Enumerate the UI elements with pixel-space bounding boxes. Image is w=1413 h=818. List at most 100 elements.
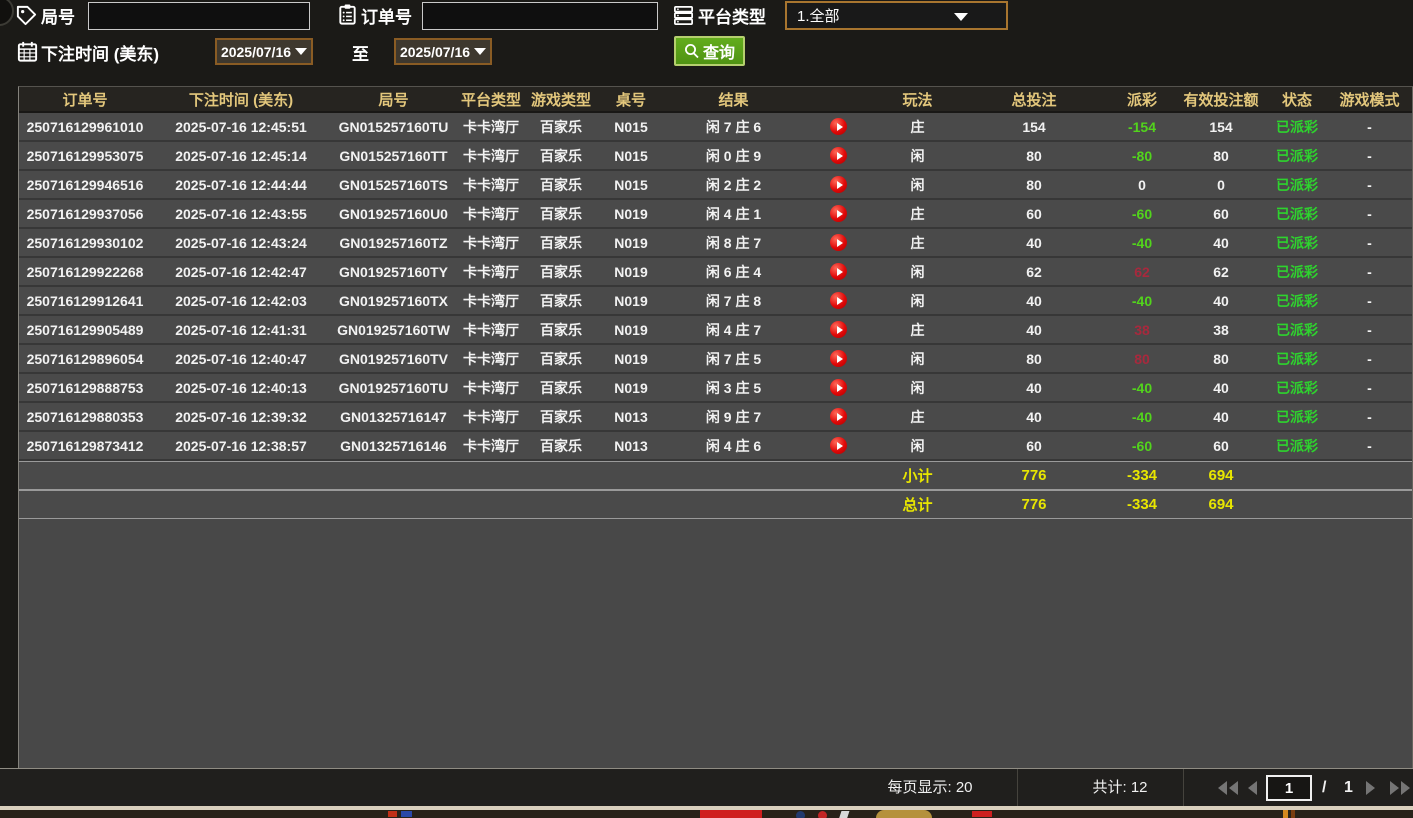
round_no-cell: GN019257160U0 <box>339 205 448 222</box>
play-icon[interactable] <box>830 234 847 251</box>
total_bet-cell: 154 <box>1022 118 1046 135</box>
bet-record-window: 局号 订单号 平台类型 1.全部 下注时间 (美东) 2025/07/16 至 … <box>0 0 1413 818</box>
query-button[interactable]: 查询 <box>674 36 746 66</box>
play_type-cell: 闲 <box>910 350 925 367</box>
header-valid_bet: 有效投注额 <box>1183 91 1259 109</box>
game_type-cell: 百家乐 <box>540 437 582 454</box>
play-icon[interactable] <box>830 176 847 193</box>
play-icon[interactable] <box>830 292 847 309</box>
play-icon[interactable] <box>830 205 847 222</box>
chevron-down-icon <box>295 48 308 55</box>
page-separator: / <box>1322 779 1327 796</box>
empty-cell <box>1327 462 1412 489</box>
last-page-button[interactable] <box>1390 781 1410 795</box>
result-cell: 闲 4 庄 7 <box>705 321 762 338</box>
table-row: 250716129912641 2025-07-16 12:42:03 GN0192… <box>19 287 1412 316</box>
table_no-cell: N019 <box>614 350 648 367</box>
payout-cell: -40 <box>1131 234 1153 251</box>
play-triangle <box>836 325 843 334</box>
table_no-cell: N019 <box>614 321 648 338</box>
search-icon <box>685 44 699 59</box>
play_type-cell: 庄 <box>910 321 925 338</box>
subtotal-label: 小计 <box>902 468 933 485</box>
table-row: 250716129888753 2025-07-16 12:40:13 GN0192… <box>19 374 1412 403</box>
table-header-row: 订单号 下注时间 (美东) 局号 平台类型 游戏类型 桌号 结果 玩法 总投注 派彩 有效投注额 状态… <box>19 87 1412 113</box>
next-page-button[interactable] <box>1366 781 1375 795</box>
status-cell: 已派彩 <box>1276 321 1318 338</box>
order-no-label: 订单号 <box>361 8 412 27</box>
result-cell: 闲 6 庄 4 <box>705 263 762 280</box>
empty-cell <box>19 462 151 489</box>
game_type-cell: 百家乐 <box>540 147 582 164</box>
payout-cell: -60 <box>1131 205 1153 222</box>
bet_time-cell: 2025-07-16 12:43:55 <box>175 205 307 222</box>
game_mode-cell: - <box>1367 292 1372 309</box>
payout-cell: 62 <box>1134 263 1150 280</box>
date-from-picker[interactable]: 2025/07/16 <box>215 38 313 65</box>
header-play_type: 玩法 <box>902 91 933 109</box>
header-order_no: 订单号 <box>62 91 108 109</box>
empty-cell <box>456 491 526 518</box>
platform-cell: 卡卡湾厅 <box>463 321 519 338</box>
play-icon[interactable] <box>830 321 847 338</box>
background-fragment <box>700 810 762 818</box>
status-cell: 已派彩 <box>1276 176 1318 193</box>
header-status: 状态 <box>1281 91 1312 109</box>
empty-cell <box>331 462 456 489</box>
first-page-button[interactable] <box>1218 781 1238 795</box>
platform-cell: 卡卡湾厅 <box>463 118 519 135</box>
play-icon[interactable] <box>830 350 847 367</box>
round_no-cell: GN019257160TV <box>339 350 448 367</box>
game_mode-cell: - <box>1367 321 1372 338</box>
platform-type-select[interactable]: 1.全部 <box>785 1 1008 30</box>
divider <box>1017 769 1018 806</box>
play-cell <box>801 287 876 314</box>
play-icon[interactable] <box>830 118 847 135</box>
play-icon[interactable] <box>830 147 847 164</box>
order-no-input[interactable] <box>422 2 658 30</box>
background-fragment <box>401 811 412 817</box>
bet_time-cell: 2025-07-16 12:41:31 <box>175 321 307 338</box>
double-arrow-right-icon <box>1390 781 1399 795</box>
game_type-cell: 百家乐 <box>540 234 582 251</box>
header-round_no: 局号 <box>378 91 409 109</box>
payout-cell: 0 <box>1138 176 1146 193</box>
play_type-cell: 闲 <box>910 292 925 309</box>
play-icon[interactable] <box>830 263 847 280</box>
status-cell: 已派彩 <box>1276 147 1318 164</box>
valid_bet-cell: 62 <box>1213 263 1229 280</box>
order_no-cell: 250716129873412 <box>26 437 144 454</box>
previous-page-button[interactable] <box>1248 781 1257 795</box>
platform-cell: 卡卡湾厅 <box>463 176 519 193</box>
round_no-cell: GN01325716147 <box>340 408 447 425</box>
round-no-input[interactable] <box>88 2 310 30</box>
game_mode-cell: - <box>1367 118 1372 135</box>
play-icon[interactable] <box>830 437 847 454</box>
platform-cell: 卡卡湾厅 <box>463 408 519 425</box>
result-cell: 闲 8 庄 7 <box>705 234 762 251</box>
bet-record-table: 订单号 下注时间 (美东) 局号 平台类型 游戏类型 桌号 结果 玩法 总投注 派彩 有效投注额 状态… <box>18 86 1413 768</box>
play-triangle <box>836 238 843 247</box>
empty-cell <box>456 462 526 489</box>
order_no-cell: 250716129961010 <box>26 118 144 135</box>
play-triangle <box>836 441 843 450</box>
date-to-picker[interactable]: 2025/07/16 <box>394 38 492 65</box>
total_bet-cell: 62 <box>1026 263 1042 280</box>
page-number-input[interactable] <box>1266 775 1312 801</box>
chevron-down-icon <box>954 13 968 21</box>
play-triangle <box>836 180 843 189</box>
table-row: 250716129937056 2025-07-16 12:43:55 GN0192… <box>19 200 1412 229</box>
status-cell: 已派彩 <box>1276 379 1318 396</box>
table_no-cell: N019 <box>614 205 648 222</box>
bet_time-cell: 2025-07-16 12:44:44 <box>175 176 307 193</box>
total_bet-cell: 60 <box>1026 205 1042 222</box>
valid_bet-cell: 60 <box>1213 437 1229 454</box>
total-row: 总计 776 -334 694 <box>19 490 1412 519</box>
clipboard-icon <box>336 3 359 26</box>
play-icon[interactable] <box>830 408 847 425</box>
table_no-cell: N015 <box>614 118 648 135</box>
play-icon[interactable] <box>830 379 847 396</box>
bet_time-cell: 2025-07-16 12:45:14 <box>175 147 307 164</box>
game_mode-cell: - <box>1367 147 1372 164</box>
header-platform: 平台类型 <box>460 91 521 109</box>
